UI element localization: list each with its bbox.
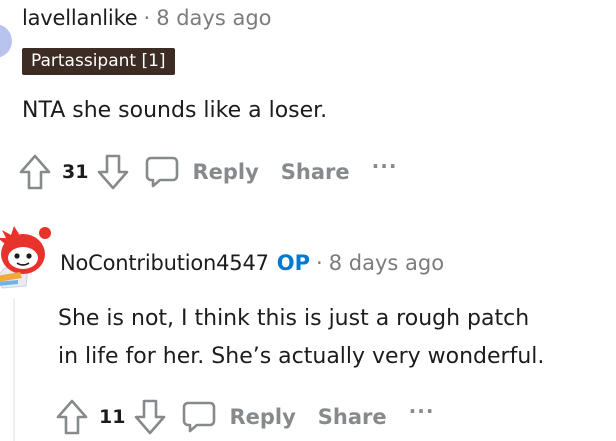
- user-avatar[interactable]: [0, 24, 12, 58]
- more-options-icon[interactable]: ···: [372, 156, 398, 176]
- username-link[interactable]: lavellanlike: [22, 6, 138, 30]
- vote-count: 11: [99, 406, 126, 428]
- username-link[interactable]: NoContribution4547: [60, 251, 269, 275]
- comment-bubble-icon: [181, 399, 217, 435]
- comment-actions: 31 Reply Share ···: [18, 152, 397, 192]
- separator: ·: [316, 251, 323, 275]
- thread-line[interactable]: [13, 298, 15, 441]
- separator: ·: [143, 6, 151, 30]
- comment-body: NTA she sounds like a loser.: [22, 98, 328, 123]
- share-button[interactable]: Share: [281, 160, 350, 184]
- comment-header: NoContribution4547 OP · 8 days ago: [60, 251, 444, 275]
- snoo-avatar[interactable]: [0, 220, 54, 290]
- comment-bubble-icon: [144, 154, 180, 190]
- reply-label: Reply: [229, 405, 296, 429]
- share-button[interactable]: Share: [318, 405, 387, 429]
- op-badge: OP: [276, 251, 311, 275]
- comment-actions: 11 Reply Share ···: [55, 397, 434, 437]
- comment-body-line: in life for her. She’s actually very won…: [58, 344, 545, 369]
- reply-label: Reply: [192, 160, 259, 184]
- downvote-icon[interactable]: [96, 153, 130, 191]
- comment-header: lavellanlike · 8 days ago: [22, 6, 272, 30]
- comment-body: She is not, I think this is just a rough…: [58, 300, 608, 376]
- more-options-icon[interactable]: ···: [409, 401, 435, 421]
- timestamp[interactable]: 8 days ago: [156, 6, 271, 30]
- vote-count: 31: [62, 161, 89, 183]
- reply-button[interactable]: Reply: [181, 399, 296, 435]
- upvote-icon[interactable]: [55, 398, 89, 436]
- reply-button[interactable]: Reply: [144, 154, 259, 190]
- user-flair: Partassipant [1]: [22, 48, 175, 75]
- downvote-icon[interactable]: [133, 398, 167, 436]
- comment-body-line: She is not, I think this is just a rough…: [58, 306, 530, 331]
- timestamp[interactable]: 8 days ago: [329, 251, 444, 275]
- upvote-icon[interactable]: [18, 153, 52, 191]
